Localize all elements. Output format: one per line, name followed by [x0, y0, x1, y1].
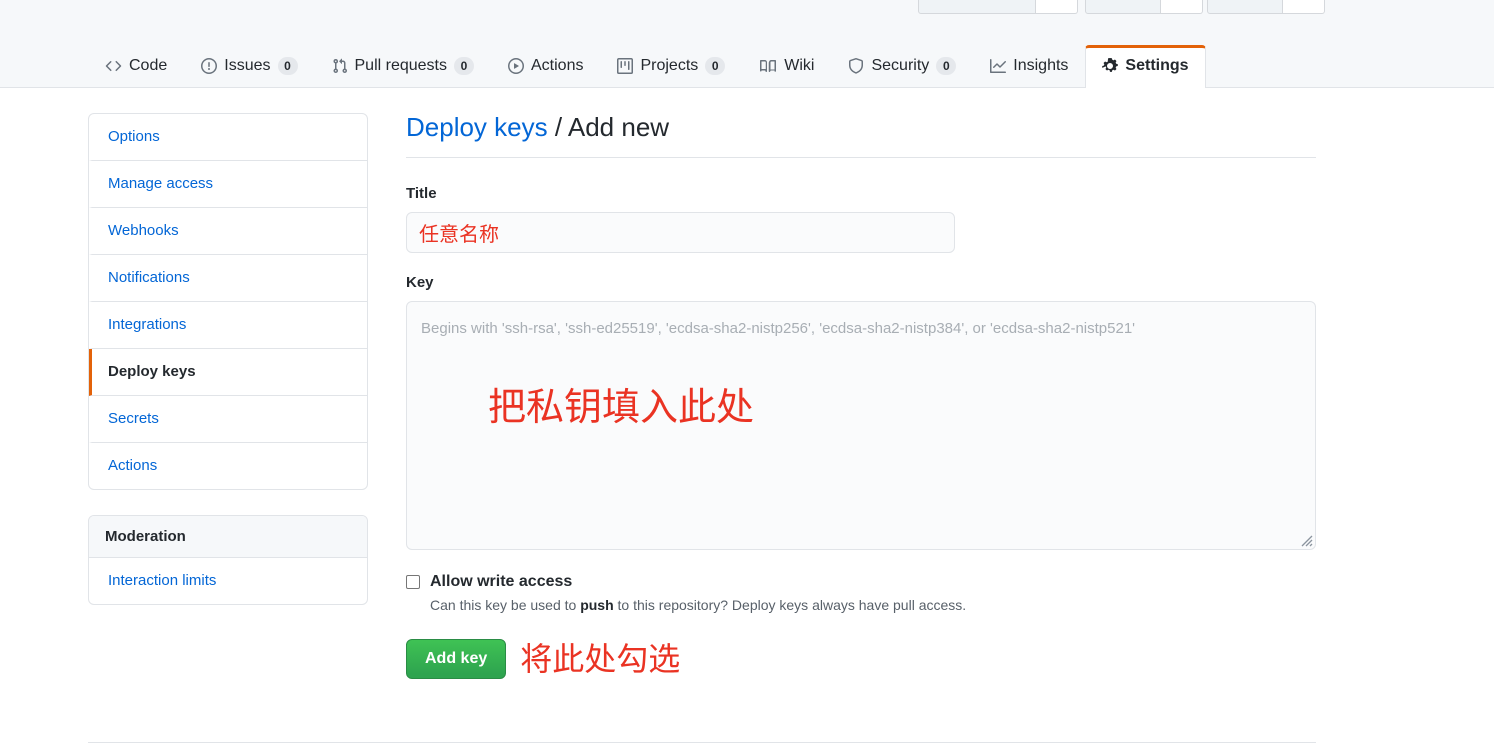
title-form-group: Title — [406, 184, 1316, 253]
nav-tab-label: Issues — [224, 57, 271, 74]
sidebar-item-actions[interactable]: Actions — [89, 443, 367, 489]
breadcrumb-current: Add new — [567, 112, 670, 142]
gear-icon — [1102, 58, 1119, 74]
repo-action-buttons-bar — [0, 0, 1494, 22]
sidebar-group-heading: Moderation — [89, 516, 367, 558]
wiki-icon — [759, 58, 777, 74]
title-input[interactable] — [406, 212, 955, 253]
key-form-group: Key Begins with 'ssh-rsa', 'ssh-ed25519'… — [406, 273, 1316, 550]
note-after: to this repository? Deploy keys always h… — [613, 597, 967, 613]
nav-tab-pull-requests[interactable]: Pull requests 0 — [315, 45, 492, 88]
sidebar-item-integrations[interactable]: Integrations — [89, 302, 367, 349]
fork-count[interactable] — [1283, 0, 1325, 14]
settings-sidebar: Options Manage access Webhooks Notification… — [88, 113, 368, 605]
allow-write-access-checkbox[interactable] — [406, 575, 420, 589]
page-title: Deploy keys / Add new — [406, 110, 1316, 158]
watch-button[interactable] — [918, 0, 1036, 14]
key-textarea-wrap: Begins with 'ssh-rsa', 'ssh-ed25519', 'e… — [406, 301, 1316, 550]
nav-tab-security[interactable]: Security 0 — [831, 45, 973, 88]
main-content: Deploy keys / Add new Title Key Begins w… — [406, 110, 1316, 679]
key-textarea[interactable] — [406, 301, 1316, 550]
nav-tab-label: Pull requests — [354, 57, 448, 74]
projects-icon — [617, 58, 634, 74]
nav-tab-counter: 0 — [705, 57, 726, 75]
repo-nav: Code Issues 0 Pull requests 0 Actions Projects… — [88, 45, 1206, 88]
nav-tab-label: Insights — [1013, 57, 1069, 74]
breadcrumb-deploy-keys-link[interactable]: Deploy keys — [406, 112, 548, 142]
breadcrumb-separator: / — [547, 112, 568, 142]
sidebar-item-webhooks[interactable]: Webhooks — [89, 208, 367, 255]
add-key-button[interactable]: Add key — [406, 639, 507, 679]
key-label: Key — [406, 274, 434, 291]
sidebar-item-options[interactable]: Options — [89, 114, 367, 161]
insights-icon — [990, 58, 1007, 74]
note-bold: push — [580, 597, 614, 613]
sidebar-item-interaction-limits[interactable]: Interaction limits — [89, 558, 367, 604]
star-button[interactable] — [1085, 0, 1161, 14]
allow-write-access-label[interactable]: Allow write access — [430, 570, 572, 594]
nav-tab-settings[interactable]: Settings — [1085, 45, 1206, 88]
nav-tab-label: Actions — [531, 57, 584, 74]
submit-annotation-text: 将此处勾选 — [520, 641, 681, 677]
shield-icon — [848, 58, 864, 74]
nav-tab-actions[interactable]: Actions — [491, 45, 600, 88]
nav-tab-label: Settings — [1125, 57, 1189, 74]
star-count[interactable] — [1161, 0, 1203, 14]
nav-tab-label: Projects — [640, 57, 699, 74]
nav-tab-code[interactable]: Code — [88, 45, 184, 88]
page-body: Options Manage access Webhooks Notification… — [0, 88, 1494, 748]
sidebar-item-notifications[interactable]: Notifications — [89, 255, 367, 302]
sidebar-item-manage-access[interactable]: Manage access — [89, 161, 367, 208]
nav-tab-counter: 0 — [277, 57, 298, 75]
code-icon — [105, 58, 122, 74]
nav-tab-issues[interactable]: Issues 0 — [184, 45, 314, 88]
allow-write-access-note: Can this key be used to push to this rep… — [430, 595, 1316, 615]
star-button-group[interactable] — [1085, 0, 1203, 14]
sidebar-menu-group: Moderation Interaction limits — [88, 515, 368, 605]
watch-count[interactable] — [1036, 0, 1078, 14]
nav-tab-insights[interactable]: Insights — [973, 45, 1085, 88]
submit-row: Add key 将此处勾选 — [406, 639, 1316, 679]
allow-write-access-row[interactable]: Allow write access — [406, 570, 1316, 594]
nav-tab-counter: 0 — [936, 57, 957, 75]
nav-tab-projects[interactable]: Projects 0 — [600, 45, 742, 88]
nav-tab-label: Security — [871, 57, 930, 74]
repo-navigation-bar: Code Issues 0 Pull requests 0 Actions Projects… — [0, 22, 1494, 88]
sidebar-item-deploy-keys[interactable]: Deploy keys — [89, 349, 367, 396]
nav-tab-label: Wiki — [784, 57, 815, 74]
title-label: Title — [406, 185, 437, 202]
fork-button[interactable] — [1207, 0, 1283, 14]
footer-divider — [88, 742, 1316, 743]
actions-icon — [508, 58, 524, 74]
watch-button-group[interactable] — [918, 0, 1078, 14]
fork-button-group[interactable] — [1207, 0, 1325, 14]
sidebar-menu-group: Options Manage access Webhooks Notification… — [88, 113, 368, 490]
pull-icon — [332, 58, 348, 74]
nav-tab-wiki[interactable]: Wiki — [742, 45, 831, 88]
issue-icon — [201, 58, 218, 74]
sidebar-item-secrets[interactable]: Secrets — [89, 396, 367, 443]
nav-tab-counter: 0 — [454, 57, 474, 75]
nav-tab-label: Code — [129, 57, 168, 74]
note-before: Can this key be used to — [430, 597, 581, 613]
